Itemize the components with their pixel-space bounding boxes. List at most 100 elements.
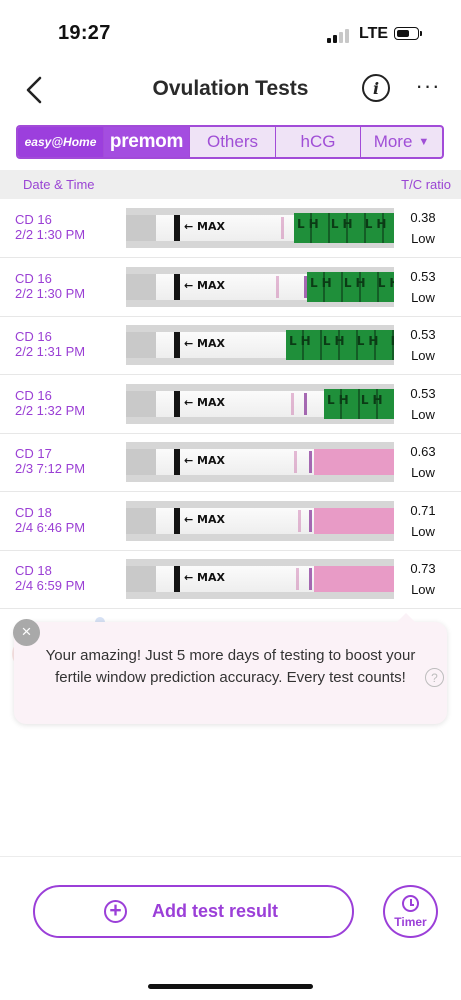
strip-max-marking: ← MAX [184,512,225,526]
tc-ratio-value: 0.53 [410,385,436,401]
strip-lh-handle: LH LH LH LH LH [294,213,394,243]
tc-ratio-value: 0.38 [410,210,436,225]
test-row[interactable]: CD 18 2/4 6:46 PM ← MAX 0.71 Low [0,493,461,551]
test-row[interactable]: CD 162/2 1:32 PM ← MAX LH LH LH LH LH 0.53 L… [0,376,461,434]
test-line [281,217,284,239]
control-line [309,568,312,590]
cycle-day: CD 16 [15,387,52,403]
test-datetime: 2/3 7:12 PM [15,461,86,476]
strip-pink-handle [314,449,394,475]
strip-lh-marking: LH LH LH LH LH [310,275,394,290]
test-datetime: 2/2 1:31 PM [15,344,86,359]
tab-label: hCG [300,132,336,151]
clock-icon [402,895,419,912]
test-strip-photo[interactable]: ← MAX LH LH LH LH LH [126,383,394,424]
strip-pink-handle [314,566,394,592]
plus-circle-icon: + [104,900,127,923]
nav-header: Ovulation Tests i ··· [0,62,461,118]
tc-ratio-value: 0.53 [410,268,436,284]
strip-lh-handle: LH LH LH LH LH [324,388,394,419]
add-test-result-button[interactable]: + Add test result [33,885,354,938]
strip-lh-marking: LH LH LH LH LH [327,392,394,407]
strip-lh-handle: LH LH LH LH LH [286,330,394,360]
cycle-day: CD 17 [15,446,52,461]
tab-easy-home[interactable]: easy@Home [18,127,104,157]
test-line [291,392,294,415]
test-strip-photo[interactable]: ← MAX LH LH LH LH LH [126,266,394,307]
test-line [298,509,301,532]
network-type: LTE [359,25,389,42]
encouragement-tooltip: Your amazing! Just 5 more days of testin… [13,613,447,724]
tab-premom[interactable]: premom [104,127,190,157]
lh-level: Low [411,348,435,363]
test-datetime: 2/4 6:59 PM [15,578,86,593]
bottom-divider [0,856,461,857]
test-row[interactable]: CD 17 2/3 7:12 PM ← MAX 0.63 Low [0,434,461,492]
test-datetime: 2/2 1:30 PM [15,227,86,242]
test-strip-photo[interactable]: ← MAX [126,500,394,541]
strip-max-marking: ← MAX [184,454,225,467]
control-line [309,509,312,532]
tc-ratio-value: 0.63 [410,444,436,459]
test-row[interactable]: CD 162/2 1:30 PM ← MAX LH LH LH LH LH 0.38 L… [0,200,461,258]
list-column-header: Date & Time T/C ratio [0,170,461,199]
cycle-day: CD 16 [15,329,52,344]
tc-ratio-value: 0.73 [410,561,436,576]
lh-level: Low [411,523,435,539]
home-indicator[interactable] [148,984,313,989]
strip-max-marking: ← MAX [184,571,225,584]
test-datetime: 2/4 6:46 PM [15,519,86,535]
battery-icon [394,27,422,40]
timer-label: Timer [394,915,427,929]
status-bar: 19:27 LTE [0,0,461,62]
test-line [294,451,297,473]
caret-down-icon: ▼ [418,136,430,148]
add-test-result-label: Add test result [152,901,279,921]
timer-button[interactable]: Timer [383,885,438,938]
close-icon[interactable]: × [13,619,40,646]
test-strip-photo[interactable]: ← MAX [126,559,394,599]
status-time: 19:27 [58,22,111,44]
tab-label: easy@Home [24,135,97,149]
strip-lh-marking: LH LH LH LH LH [289,334,394,348]
strip-lh-handle: LH LH LH LH LH [307,271,394,302]
lh-level: Low [411,406,435,422]
cycle-day: CD 16 [15,270,52,286]
lh-level: Low [411,231,435,246]
cycle-day: CD 16 [15,212,52,227]
strip-max-marking: ← MAX [184,395,225,409]
cellular-signal-icon [327,29,351,43]
brand-tabs: easy@Home premom Others hCG More ▼ [16,125,444,159]
test-row[interactable]: CD 162/2 1:30 PM ← MAX LH LH LH LH LH 0.53 L… [0,259,461,317]
column-date-time: Date & Time [23,177,95,192]
lh-level: Low [411,289,435,305]
tc-ratio-value: 0.53 [410,327,436,342]
tab-more[interactable]: More ▼ [361,127,442,157]
tab-others[interactable]: Others [190,127,276,157]
control-line [304,392,307,415]
cycle-day: CD 18 [15,504,52,520]
column-tc-ratio: T/C ratio [401,177,451,192]
test-strip-photo[interactable]: ← MAX LH LH LH LH LH [126,325,394,365]
test-datetime: 2/2 1:32 PM [15,402,86,418]
tc-ratio-value: 0.71 [410,502,436,518]
info-icon[interactable]: i [362,74,390,102]
cycle-day: CD 18 [15,563,52,578]
test-datetime: 2/2 1:30 PM [15,285,86,301]
control-line [309,451,312,473]
tab-hcg[interactable]: hCG [276,127,361,157]
strip-max-marking: ← MAX [184,220,225,233]
test-strip-photo[interactable]: ← MAX [126,442,394,482]
help-icon[interactable]: ? [425,668,444,687]
test-row[interactable]: CD 162/2 1:31 PM ← MAX LH LH LH LH LH 0.53 L… [0,317,461,375]
more-options-icon[interactable]: ··· [412,72,444,104]
lh-level: Low [411,582,435,597]
lh-level: Low [411,465,435,480]
strip-pink-handle [314,507,394,534]
page-title: Ovulation Tests [152,77,309,100]
strip-lh-marking: LH LH LH LH LH [297,217,394,231]
test-line [296,568,299,590]
test-row[interactable]: CD 18 2/4 6:59 PM ← MAX 0.73 Low [0,551,461,609]
test-strip-photo[interactable]: ← MAX LH LH LH LH LH [126,208,394,248]
strip-max-marking: ← MAX [184,337,225,350]
